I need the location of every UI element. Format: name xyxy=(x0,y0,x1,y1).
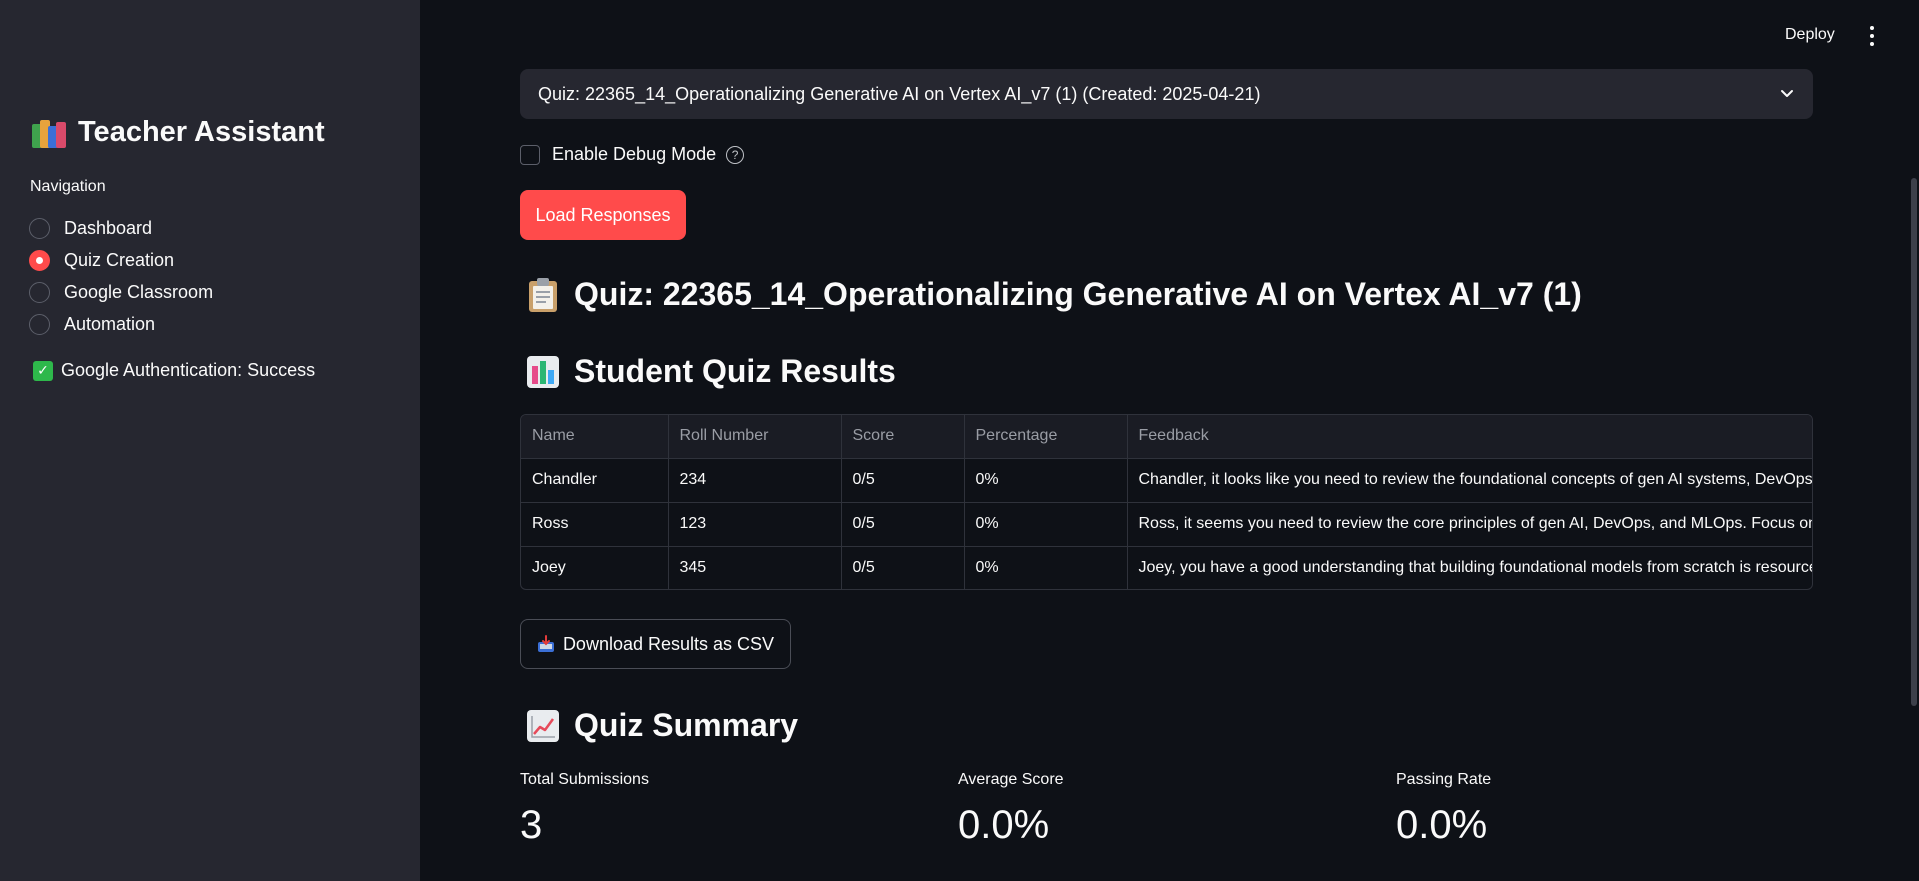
books-icon xyxy=(32,118,66,148)
table-cell[interactable]: 0/5 xyxy=(841,502,965,547)
bar-chart-icon xyxy=(526,354,560,390)
table-cell[interactable]: 0% xyxy=(964,458,1128,503)
table-row: Chandler 234 0/5 0% Chandler, it looks l… xyxy=(521,458,1812,503)
table-cell[interactable]: Ross, it seems you need to review the co… xyxy=(1127,502,1812,547)
quiz-select-value: Quiz: 22365_14_Operationalizing Generati… xyxy=(538,83,1261,104)
table-header-row: Name Roll Number Score Percentage Feedba… xyxy=(521,415,1812,459)
app-title: Teacher Assistant xyxy=(32,116,325,149)
app-title-text: Teacher Assistant xyxy=(78,116,325,148)
results-heading: Student Quiz Results xyxy=(526,353,896,390)
table-cell[interactable]: Joey, you have a good understanding that… xyxy=(1127,546,1813,589)
table-row: Ross 123 0/5 0% Ross, it seems you need … xyxy=(521,502,1812,547)
column-header[interactable]: Name xyxy=(521,415,669,459)
table-cell[interactable]: 0/5 xyxy=(841,458,965,503)
table-cell[interactable]: 0% xyxy=(964,502,1128,547)
help-icon[interactable]: ? xyxy=(726,145,745,164)
summary-heading-text: Quiz Summary xyxy=(574,707,799,743)
metric-label: Passing Rate xyxy=(1396,771,1492,788)
sidebar: Teacher Assistant Navigation Dashboard Q… xyxy=(0,0,420,881)
radio-checked-icon xyxy=(29,249,50,271)
nav-radio-dashboard[interactable]: Dashboard xyxy=(29,212,213,244)
quiz-select[interactable]: Quiz: 22365_14_Operationalizing Generati… xyxy=(520,69,1813,119)
load-responses-button[interactable]: Load Responses xyxy=(520,190,686,240)
navigation-radio-group: Dashboard Quiz Creation Google Classroom… xyxy=(29,212,213,340)
kebab-menu-icon[interactable] xyxy=(1866,24,1878,48)
summary-heading: Quiz Summary xyxy=(526,707,798,744)
table-cell[interactable]: 0/5 xyxy=(841,546,965,589)
table-row: Joey 345 0/5 0% Joey, you have a good un… xyxy=(521,546,1813,589)
navigation-label: Navigation xyxy=(30,178,106,195)
metric-value: 0.0% xyxy=(958,803,1050,847)
column-header[interactable]: Feedback xyxy=(1127,415,1812,459)
nav-radio-google-classroom[interactable]: Google Classroom xyxy=(29,276,213,308)
download-csv-button[interactable]: Download Results as CSV xyxy=(520,619,791,669)
metric-label: Total Submissions xyxy=(520,771,649,788)
metric-average-score: Average Score 0.0% xyxy=(958,771,1064,848)
column-header[interactable]: Roll Number xyxy=(668,415,842,459)
inbox-tray-icon xyxy=(537,635,555,653)
nav-radio-label: Dashboard xyxy=(64,217,153,238)
table-cell[interactable]: Chandler xyxy=(521,458,669,503)
column-header[interactable]: Percentage xyxy=(964,415,1128,459)
table-cell[interactable]: 345 xyxy=(668,546,842,589)
nav-radio-label: Quiz Creation xyxy=(64,249,175,270)
table-cell[interactable]: 123 xyxy=(668,502,842,547)
radio-circle-icon xyxy=(29,281,50,303)
chevron-down-icon xyxy=(1781,90,1793,97)
scrollbar[interactable] xyxy=(1911,178,1917,706)
debug-mode-checkbox[interactable] xyxy=(520,144,540,165)
table-cell[interactable]: Ross xyxy=(521,502,669,547)
auth-status: ✓ Google Authentication: Success xyxy=(33,360,315,381)
nav-radio-automation[interactable]: Automation xyxy=(29,308,213,340)
auth-status-text: Google Authentication: Success xyxy=(61,360,316,380)
results-heading-text: Student Quiz Results xyxy=(574,353,896,389)
radio-circle-icon xyxy=(29,217,50,239)
metric-passing-rate: Passing Rate 0.0% xyxy=(1396,771,1491,848)
debug-mode-row: Enable Debug Mode ? xyxy=(520,144,745,165)
nav-radio-label: Automation xyxy=(64,313,156,334)
results-table[interactable]: Name Roll Number Score Percentage Feedba… xyxy=(520,414,1813,590)
metric-total-submissions: Total Submissions 3 xyxy=(520,771,649,848)
column-header[interactable]: Score xyxy=(841,415,965,459)
chart-increasing-icon xyxy=(526,708,560,744)
check-mark-icon: ✓ xyxy=(33,360,53,381)
metric-label: Average Score xyxy=(958,771,1064,788)
metric-value: 3 xyxy=(520,803,543,847)
deploy-button[interactable]: Deploy xyxy=(1785,26,1835,44)
debug-mode-label: Enable Debug Mode xyxy=(552,144,717,164)
quiz-heading: Quiz: 22365_14_Operationalizing Generati… xyxy=(526,276,1582,313)
nav-radio-label: Google Classroom xyxy=(64,281,214,302)
radio-circle-icon xyxy=(29,313,50,335)
clipboard-icon xyxy=(526,277,560,313)
table-cell[interactable]: 234 xyxy=(668,458,842,503)
download-csv-label: Download Results as CSV xyxy=(562,633,775,654)
table-cell[interactable]: Chandler, it looks like you need to revi… xyxy=(1127,458,1812,503)
quiz-heading-text: Quiz: 22365_14_Operationalizing Generati… xyxy=(574,276,1582,312)
table-cell[interactable]: Joey xyxy=(521,546,669,589)
metric-value: 0.0% xyxy=(1396,803,1488,847)
table-cell[interactable]: 0% xyxy=(964,546,1128,589)
nav-radio-quiz-creation[interactable]: Quiz Creation xyxy=(29,244,213,276)
